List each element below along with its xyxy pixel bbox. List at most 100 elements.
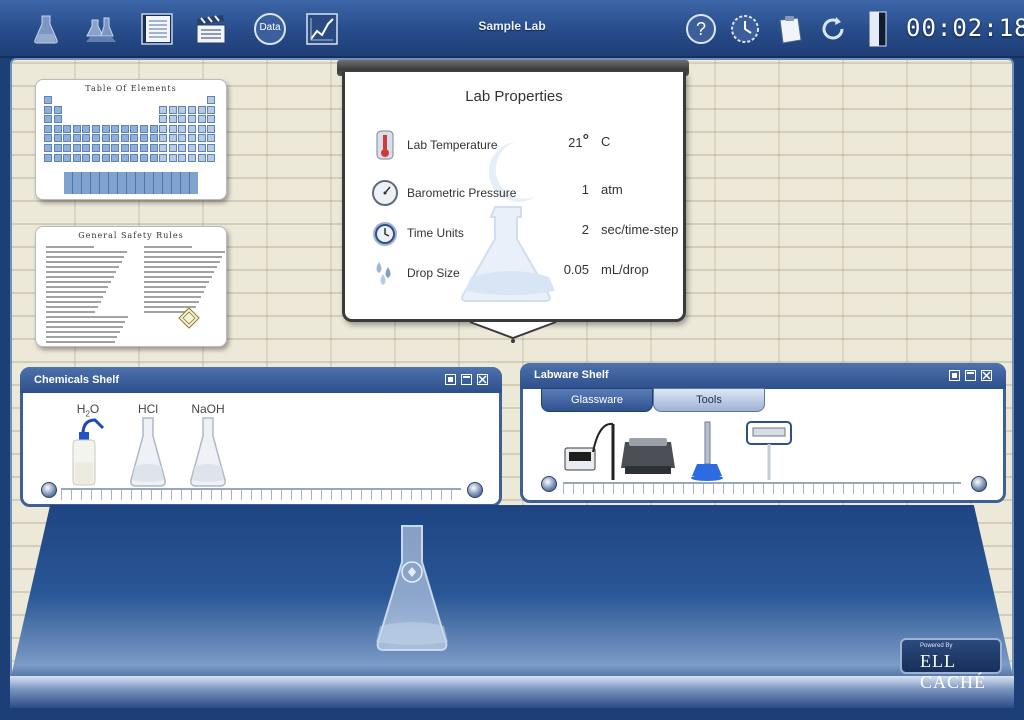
safety-rule-line <box>46 281 112 283</box>
lab-temperature-unit: C <box>601 134 611 149</box>
data-button[interactable]: Data <box>251 10 289 48</box>
labware-scroll-track[interactable] <box>563 482 961 494</box>
scroll-right-button[interactable] <box>971 476 987 492</box>
safety-rule-line <box>144 246 193 248</box>
safety-rule-line <box>144 261 220 263</box>
barometric-pressure-row[interactable]: Barometric Pressure 1 atm <box>365 176 685 210</box>
thermometer-icon <box>376 130 394 160</box>
droplets-icon <box>376 262 391 285</box>
element-cell <box>72 144 81 152</box>
safety-rule-line <box>144 286 207 288</box>
element-cell <box>188 134 196 143</box>
app-title: Sample Lab <box>478 19 546 33</box>
element-cell <box>178 144 187 152</box>
safety-rule-line <box>46 256 125 258</box>
element-cell <box>111 134 120 143</box>
element-cell <box>140 144 148 152</box>
drop-size-label: Drop Size <box>407 266 460 280</box>
balance-scale-icon[interactable] <box>619 436 677 476</box>
element-cell <box>178 134 187 143</box>
scroll-left-button[interactable] <box>41 482 57 498</box>
chemical-label: NaOH <box>191 402 225 416</box>
lab-notebook-icon[interactable] <box>138 10 176 48</box>
clapperboard-icon[interactable] <box>192 10 230 48</box>
element-cell <box>140 153 148 162</box>
labware-shelf-header[interactable]: Labware Shelf <box>520 363 1006 389</box>
tab-tools[interactable]: Tools <box>653 388 765 412</box>
drop-size-row[interactable]: Drop Size 0.05 mL/drop <box>365 256 685 290</box>
drop-size-value: 0.05 <box>563 262 589 277</box>
lab-temperature-value: 21° <box>568 132 589 150</box>
safety-rules-title: General Safety Rules <box>78 231 184 240</box>
time-units-value: 2 <box>581 222 589 237</box>
exit-door-icon[interactable] <box>858 10 896 48</box>
restore-button[interactable] <box>445 374 456 385</box>
properties-pointer <box>469 321 557 343</box>
lab-temperature-row[interactable]: Lab Temperature 21° C <box>365 128 685 162</box>
element-cell <box>72 134 81 143</box>
chemical-hcl[interactable]: HCl <box>123 402 173 488</box>
element-cell <box>168 105 177 114</box>
lab-temperature-label: Lab Temperature <box>407 138 498 152</box>
safety-rules-poster[interactable]: General Safety Rules <box>35 226 227 347</box>
element-cell <box>82 134 91 143</box>
chemicals-scroll-track[interactable] <box>61 488 461 500</box>
safety-rule-line <box>144 266 218 268</box>
element-cell <box>120 124 129 133</box>
element-cell <box>44 144 52 152</box>
restore-button[interactable] <box>949 370 960 381</box>
bunsen-burner-icon[interactable] <box>689 420 725 482</box>
erlenmeyer-flask-icon[interactable] <box>372 522 452 654</box>
time-units-label: Time Units <box>407 226 464 240</box>
clock-icon[interactable] <box>726 10 764 48</box>
ell-cache-logo: Powered By ELL CACHÉ <box>900 638 1002 692</box>
element-cell <box>207 105 216 114</box>
scroll-right-button[interactable] <box>467 482 483 498</box>
periodic-table-poster[interactable]: Table Of Elements <box>35 79 227 200</box>
flask-stockroom-icon[interactable] <box>27 10 65 48</box>
refresh-icon[interactable] <box>814 10 852 48</box>
hazard-diamond-icon <box>178 307 200 329</box>
ph-meter-icon[interactable] <box>563 418 619 482</box>
element-cell <box>92 134 100 143</box>
chemicals-shelf-header[interactable]: Chemicals Shelf <box>20 367 502 393</box>
thermometer-probe-icon[interactable] <box>745 418 793 482</box>
time-units-row[interactable]: Time Units 2 sec/time-step <box>365 216 685 250</box>
periodic-table-title: Table Of Elements <box>85 84 177 93</box>
clipboard-icon[interactable] <box>770 10 808 48</box>
element-cell <box>44 124 52 133</box>
element-cell <box>207 134 216 143</box>
element-cell <box>149 124 158 133</box>
element-cell <box>101 144 110 152</box>
element-cell <box>188 153 196 162</box>
chemical-h2o[interactable]: H2O <box>63 402 113 488</box>
safety-rule-line <box>144 291 204 293</box>
close-button[interactable] <box>477 374 488 385</box>
beakers-icon[interactable] <box>82 10 120 48</box>
element-cell <box>82 153 91 162</box>
close-button[interactable] <box>981 370 992 381</box>
maximize-button[interactable] <box>461 374 472 385</box>
barometric-pressure-unit: atm <box>601 182 623 197</box>
lab-bench[interactable] <box>10 505 1014 705</box>
chemical-naoh[interactable]: NaOH <box>183 402 233 488</box>
help-icon[interactable]: ? <box>682 10 720 48</box>
maximize-button[interactable] <box>965 370 976 381</box>
element-cell <box>188 105 196 114</box>
element-cell <box>92 124 100 133</box>
element-cell <box>159 144 168 152</box>
graph-icon[interactable] <box>303 10 341 48</box>
safety-rule-line <box>46 291 106 293</box>
safety-rule-line <box>46 326 123 328</box>
safety-rule-line <box>46 246 95 248</box>
element-cell <box>111 153 120 162</box>
stopwatch-icon <box>373 222 397 246</box>
element-cell <box>120 144 129 152</box>
element-cell <box>44 105 52 114</box>
element-cell <box>159 115 168 124</box>
element-cell <box>178 124 187 133</box>
top-toolbar: Data Sample Lab ? 00:02:18 <box>0 0 1024 58</box>
scroll-left-button[interactable] <box>541 476 557 492</box>
tab-glassware[interactable]: Glassware <box>541 388 653 412</box>
element-cell <box>101 153 110 162</box>
